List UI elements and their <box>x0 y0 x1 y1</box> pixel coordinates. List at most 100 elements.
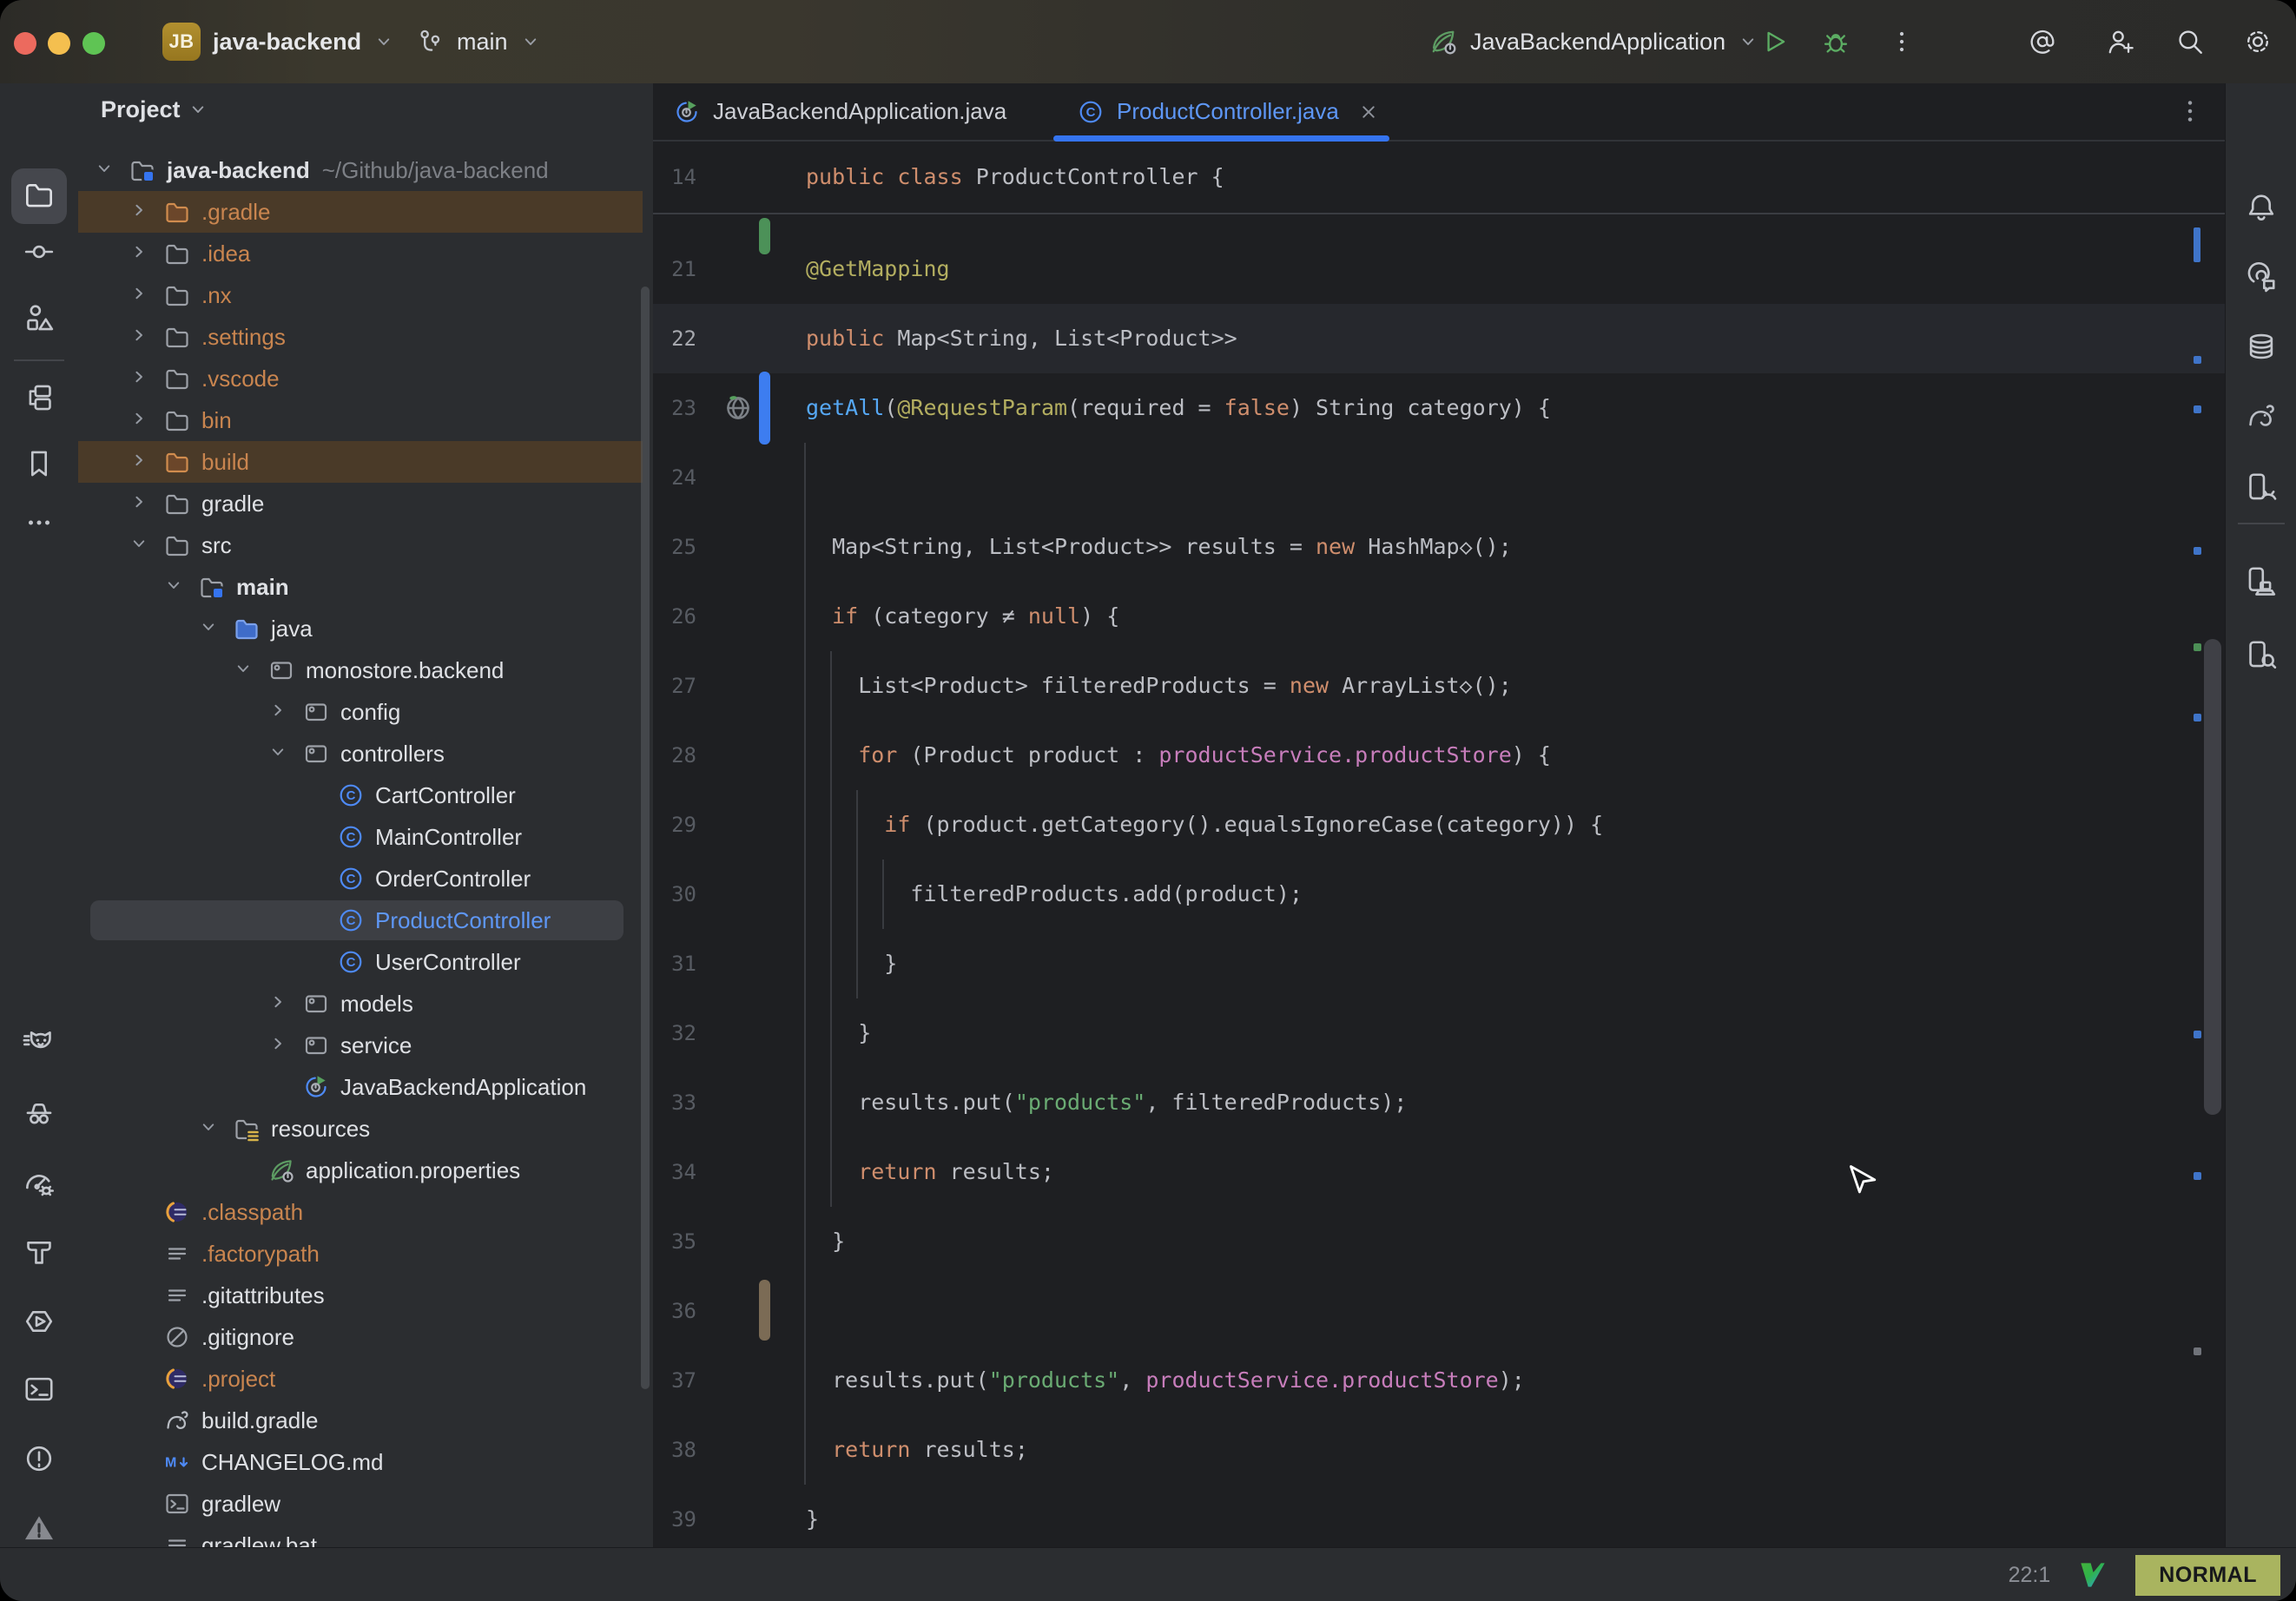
chevron-down-icon[interactable] <box>267 741 288 767</box>
code-with-me-button[interactable] <box>2101 23 2140 61</box>
tree-item-application-properties[interactable]: application.properties <box>78 1150 643 1191</box>
tool-window-button-ui-components[interactable] <box>11 372 67 427</box>
tool-window-button-database[interactable] <box>2233 320 2289 376</box>
tree-item--nx[interactable]: .nx <box>78 274 643 316</box>
tool-window-button-problems[interactable] <box>11 1433 67 1488</box>
tree-item--vscode[interactable]: .vscode <box>78 358 643 399</box>
tree-item-src[interactable]: src <box>78 524 643 566</box>
tool-window-button-structure[interactable] <box>11 292 67 347</box>
tool-window-button-commit[interactable] <box>11 226 67 281</box>
tree-item-usercontroller[interactable]: CUserController <box>78 941 643 983</box>
project-panel-header[interactable]: Project <box>101 90 208 128</box>
close-window-button[interactable] <box>14 32 36 55</box>
tab-productcontroller[interactable]: C ProductController.java <box>1077 83 1381 140</box>
tool-window-button-project[interactable] <box>11 168 67 224</box>
tool-window-button-more-tool-windows[interactable] <box>11 497 67 552</box>
search-everywhere-button[interactable] <box>2171 23 2209 61</box>
tree-item-changelog-md[interactable]: MCHANGELOG.md <box>78 1441 643 1483</box>
tab-options-kebab-icon[interactable] <box>2174 96 2206 127</box>
tree-item-javabackendapplication[interactable]: JavaBackendApplication <box>78 1066 643 1108</box>
minimize-window-button[interactable] <box>48 32 70 55</box>
tree-item-gradlew[interactable]: gradlew <box>78 1483 643 1525</box>
tree-item--classpath[interactable]: .classpath <box>78 1191 643 1233</box>
ai-assistant-button[interactable] <box>2023 23 2062 61</box>
line-number: 29 <box>653 790 696 860</box>
debug-button[interactable] <box>1817 23 1855 61</box>
chevron-down-icon[interactable] <box>129 533 149 558</box>
chevron-down-icon[interactable] <box>233 658 254 683</box>
tree-item-config[interactable]: config <box>78 691 643 733</box>
tool-window-button-incognito[interactable] <box>11 1085 67 1141</box>
chevron-right-icon[interactable] <box>129 450 149 475</box>
tool-window-button-ai-assistant[interactable] <box>2233 251 2289 306</box>
tree-item-monostore-backend[interactable]: monostore.backend <box>78 649 643 691</box>
chevron-right-icon[interactable] <box>129 325 149 350</box>
editor-scrollbar[interactable] <box>2204 639 2221 1115</box>
tree-item-cartcontroller[interactable]: CCartController <box>78 774 643 816</box>
tool-window-button-services[interactable] <box>11 1295 67 1351</box>
tree-item-java[interactable]: java <box>78 608 643 649</box>
vim-mode-badge[interactable]: NORMAL <box>2135 1555 2280 1596</box>
project-widget[interactable]: JB java-backend <box>162 0 394 83</box>
tool-window-button-build[interactable] <box>11 1226 67 1281</box>
chevron-right-icon[interactable] <box>267 992 288 1017</box>
tree-item-models[interactable]: models <box>78 983 643 1025</box>
tool-window-button-notifications[interactable] <box>2233 181 2289 237</box>
ideavim-icon[interactable] <box>2076 1558 2109 1591</box>
tool-window-button-device-explorer[interactable] <box>2233 629 2289 684</box>
chevron-down-icon[interactable] <box>198 1117 219 1142</box>
tool-window-button-bookmarks[interactable] <box>11 438 67 493</box>
caret-position[interactable]: 22:1 <box>2009 1563 2051 1588</box>
project-tree-scrollbar[interactable] <box>641 287 650 1389</box>
chevron-right-icon[interactable] <box>129 491 149 517</box>
tree-item-resources[interactable]: resources <box>78 1108 643 1150</box>
chevron-right-icon[interactable] <box>129 408 149 433</box>
chevron-right-icon[interactable] <box>129 241 149 267</box>
chevron-right-icon[interactable] <box>129 200 149 225</box>
chevron-right-icon[interactable] <box>267 700 288 725</box>
tool-window-button-copilot[interactable] <box>11 1016 67 1071</box>
chevron-down-icon[interactable] <box>163 575 184 600</box>
tree-item-ordercontroller[interactable]: COrderController <box>78 858 643 899</box>
tree-item-java-backend[interactable]: java-backend~/Github/java-backend <box>78 149 643 191</box>
close-icon[interactable] <box>1356 100 1381 124</box>
tree-item-label: src <box>201 532 232 559</box>
endpoint-globe-icon[interactable] <box>722 392 754 424</box>
chevron-down-icon[interactable] <box>94 158 115 183</box>
run-button[interactable] <box>1756 23 1794 61</box>
run-configuration-widget[interactable]: JavaBackendApplication <box>1428 0 1758 83</box>
chevron-right-icon[interactable] <box>129 366 149 392</box>
chevron-right-icon[interactable] <box>129 283 149 308</box>
tool-window-button-gradle[interactable] <box>2233 390 2289 445</box>
zoom-window-button[interactable] <box>82 32 105 55</box>
tab-javabackendapplication[interactable]: JavaBackendApplication.java <box>673 83 1006 140</box>
tree-item--idea[interactable]: .idea <box>78 233 643 274</box>
tree-item--gitattributes[interactable]: .gitattributes <box>78 1275 643 1316</box>
tree-item-productcontroller[interactable]: CProductController <box>78 899 643 941</box>
tree-item-main[interactable]: main <box>78 566 643 608</box>
tool-window-button-profiler[interactable] <box>11 1156 67 1212</box>
branch-widget[interactable]: main <box>415 0 541 83</box>
tree-item-gradlew-bat[interactable]: gradlew.bat <box>78 1525 643 1547</box>
tree-item-build-gradle[interactable]: build.gradle <box>78 1400 643 1441</box>
tree-item-build[interactable]: build <box>78 441 643 483</box>
tree-item-maincontroller[interactable]: CMainController <box>78 816 643 858</box>
tree-item--gitignore[interactable]: .gitignore <box>78 1316 643 1358</box>
tree-item--factorypath[interactable]: .factorypath <box>78 1233 643 1275</box>
tree-item--gradle[interactable]: .gradle <box>78 191 643 233</box>
more-run-options-button[interactable] <box>1883 23 1921 61</box>
tree-item-bin[interactable]: bin <box>78 399 643 441</box>
commit-icon <box>23 235 56 273</box>
chevron-right-icon[interactable] <box>267 1033 288 1058</box>
tree-item--project[interactable]: .project <box>78 1358 643 1400</box>
tree-item--settings[interactable]: .settings <box>78 316 643 358</box>
chevron-down-icon[interactable] <box>198 616 219 642</box>
code-editor[interactable]: 14 public class ProductController { 21@G… <box>653 142 2225 1547</box>
tree-item-service[interactable]: service <box>78 1025 643 1066</box>
tree-item-gradle[interactable]: gradle <box>78 483 643 524</box>
settings-button[interactable] <box>2239 23 2277 61</box>
tool-window-button-terminal[interactable] <box>11 1363 67 1419</box>
tool-window-button-running-devices[interactable] <box>2233 555 2289 610</box>
tool-window-button-device-manager[interactable] <box>2233 461 2289 517</box>
tree-item-controllers[interactable]: controllers <box>78 733 643 774</box>
